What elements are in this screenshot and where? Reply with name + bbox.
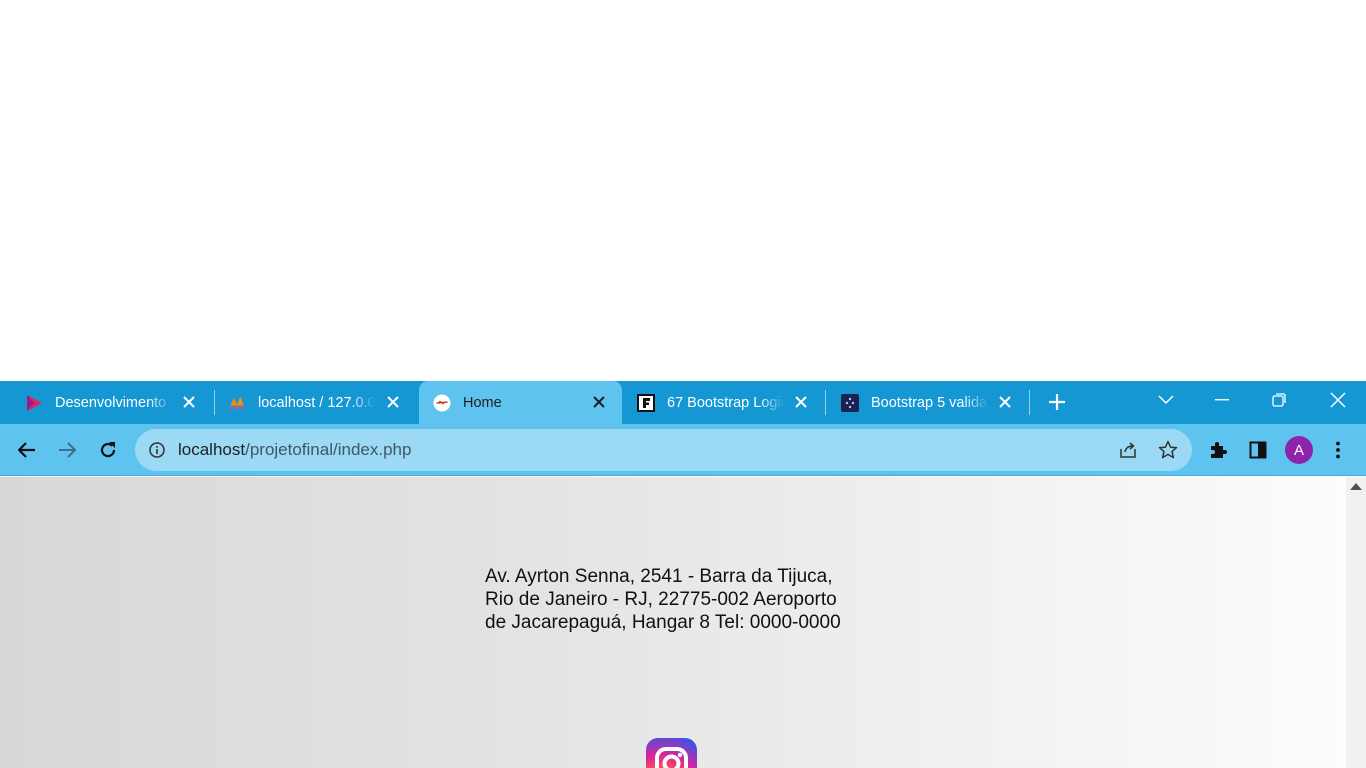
address-line: de Jacarepaguá, Hangar 8 Tel: 0000-0000 <box>485 612 841 633</box>
tab-separator <box>825 390 826 415</box>
scroll-up-arrow-icon[interactable] <box>1350 483 1362 490</box>
bootstrap-site-icon <box>841 393 859 412</box>
bookmark-star-icon[interactable] <box>1158 440 1178 465</box>
url-path: /projetofinal/index.php <box>245 440 412 459</box>
minimize-icon <box>1215 399 1229 401</box>
tab-bootstrap-validation[interactable]: Bootstrap 5 validation <box>828 381 1028 424</box>
extensions-button[interactable] <box>1202 434 1234 466</box>
browser-toolbar: localhost/projetofinal/index.php A <box>0 424 1366 476</box>
tab-title: localhost / 127.0.0.1 <box>258 394 376 411</box>
web-page-content: Av. Ayrton Senna, 2541 - Barra da Tijuca… <box>0 477 1346 768</box>
blank-screen-area <box>0 0 1366 381</box>
footer-address: Av. Ayrton Senna, 2541 - Barra da Tijuca… <box>485 565 905 634</box>
close-tab-icon[interactable] <box>996 393 1014 411</box>
share-icon[interactable] <box>1118 440 1138 465</box>
back-button[interactable] <box>11 434 43 466</box>
address-bar[interactable]: localhost/projetofinal/index.php <box>135 429 1192 471</box>
reload-icon <box>100 442 116 458</box>
tab-home[interactable]: Home <box>419 381 622 424</box>
plus-icon <box>1049 394 1065 410</box>
puzzle-icon <box>1211 442 1227 458</box>
forward-button[interactable] <box>51 434 83 466</box>
site-logo-icon <box>433 393 451 412</box>
url-host: localhost <box>178 440 246 459</box>
tab-phpmyadmin[interactable]: localhost / 127.0.0.1 <box>216 381 416 424</box>
reload-button[interactable] <box>92 434 124 466</box>
close-tab-icon[interactable] <box>384 393 402 411</box>
kebab-menu-icon <box>1336 441 1340 459</box>
address-line: Av. Ayrton Senna, 2541 - Barra da Tijuca… <box>485 566 833 587</box>
side-panel-icon <box>1249 441 1267 459</box>
tab-title: Home <box>463 394 502 411</box>
info-icon[interactable] <box>149 442 165 463</box>
url-text: localhost/projetofinal/index.php <box>178 440 411 460</box>
close-window-button[interactable] <box>1310 381 1366 419</box>
tab-separator <box>214 390 215 415</box>
tab-separator <box>1029 390 1030 415</box>
tab-desenvolvimento[interactable]: Desenvolvimento <box>0 381 212 424</box>
tab-bootstrap-login[interactable]: 67 Bootstrap Login <box>624 381 824 424</box>
instagram-icon[interactable] <box>646 738 697 768</box>
close-icon <box>1330 392 1346 408</box>
chevron-down-icon <box>1158 395 1174 405</box>
close-tab-icon[interactable] <box>180 393 198 411</box>
page-scrollbar[interactable] <box>1346 477 1366 768</box>
arrow-right-icon <box>59 442 76 458</box>
phpmyadmin-icon <box>228 394 246 412</box>
restore-button[interactable] <box>1251 381 1307 419</box>
profile-avatar[interactable]: A <box>1285 436 1313 464</box>
tab-title: 67 Bootstrap Login <box>667 394 785 411</box>
play-logo-icon <box>25 394 43 412</box>
tab-title: Bootstrap 5 validation <box>871 394 989 411</box>
minimize-button[interactable] <box>1194 381 1250 419</box>
restore-icon <box>1272 393 1286 407</box>
f-logo-icon <box>637 393 655 412</box>
new-tab-button[interactable] <box>1034 384 1080 420</box>
tab-title: Desenvolvimento <box>55 394 167 411</box>
arrow-left-icon <box>18 442 35 458</box>
menu-button[interactable] <box>1322 434 1354 466</box>
tab-search-button[interactable] <box>1138 381 1194 419</box>
close-tab-icon[interactable] <box>590 393 608 411</box>
close-tab-icon[interactable] <box>792 393 810 411</box>
side-panel-button[interactable] <box>1242 434 1274 466</box>
address-line: Rio de Janeiro - RJ, 22775-002 Aeroporto <box>485 589 837 610</box>
